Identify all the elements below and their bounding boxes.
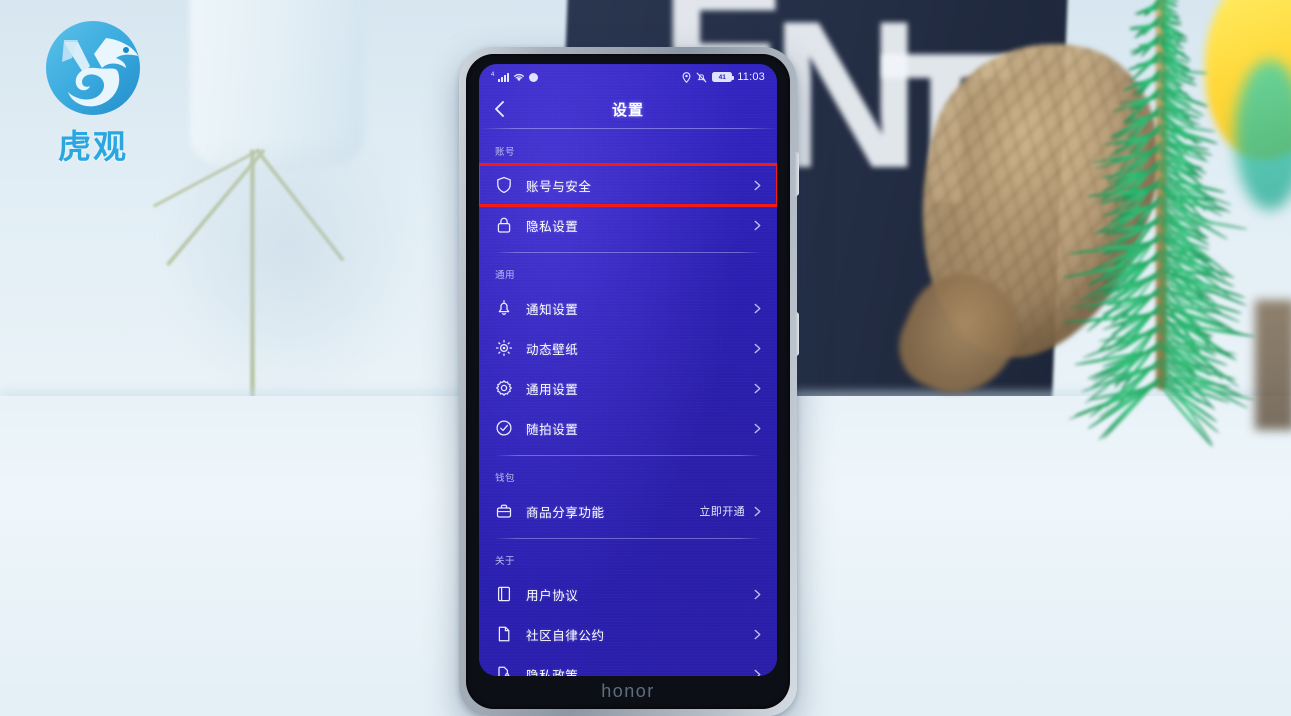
tiger-swirl-logo-icon [18, 14, 168, 126]
battery-level: 41 [719, 74, 726, 81]
settings-row-社区自律公约[interactable]: 社区自律公约 [479, 614, 777, 654]
volume-button[interactable] [795, 312, 799, 356]
location-pin-icon [682, 72, 691, 83]
chevron-right-icon [752, 669, 763, 677]
document-icon [495, 625, 513, 643]
status-bar-right: 41 11:03 [682, 71, 765, 83]
back-chevron-icon[interactable] [491, 100, 509, 118]
section-label-3: 关于 [479, 539, 777, 574]
battery-icon: 41 [712, 72, 732, 82]
settings-row-label: 隐私政策 [526, 665, 752, 677]
status-bar: 4 41 11:03 [479, 64, 777, 90]
gear-icon [495, 379, 513, 397]
mute-bell-icon [696, 72, 707, 83]
briefcase-icon [495, 502, 513, 520]
chevron-right-icon [752, 220, 763, 231]
dot-indicator-icon [529, 73, 538, 82]
background-pine-branch [1060, 0, 1291, 410]
chevron-right-icon [752, 629, 763, 640]
chevron-right-icon [752, 303, 763, 314]
document-lock-icon [495, 665, 513, 676]
settings-row-label: 动态壁纸 [526, 339, 752, 358]
chevron-right-icon [752, 423, 763, 434]
background-lamp-shadow [160, 150, 420, 400]
phone-screen[interactable]: 4 41 11:03 设置 账号 账号与安全 隐私设置 通用 通知设置 动态壁纸… [479, 64, 777, 676]
settings-row-商品分享功能[interactable]: 商品分享功能 立即开通 [479, 491, 777, 531]
settings-row-通用设置[interactable]: 通用设置 [479, 368, 777, 408]
watermark-logo: 虎观 [18, 14, 168, 164]
lock-icon [495, 216, 513, 234]
chevron-right-icon [752, 343, 763, 354]
settings-row-label: 通知设置 [526, 299, 752, 318]
settings-row-隐私设置[interactable]: 隐私设置 [479, 205, 777, 245]
bell-icon [495, 299, 513, 317]
settings-row-label: 用户协议 [526, 585, 752, 604]
settings-row-label: 通用设置 [526, 379, 752, 398]
shield-icon [495, 176, 513, 194]
phone-device: 4 41 11:03 设置 账号 账号与安全 隐私设置 通用 通知设置 动态壁纸… [459, 47, 797, 716]
settings-row-value[interactable]: 立即开通 [699, 503, 745, 519]
background-lamp-shade [190, 0, 365, 165]
app-bar-separator [479, 128, 777, 129]
settings-row-隐私政策[interactable]: 隐私政策 [479, 654, 777, 676]
settings-row-随拍设置[interactable]: 随拍设置 [479, 408, 777, 448]
settings-row-用户协议[interactable]: 用户协议 [479, 574, 777, 614]
settings-row-label: 社区自律公约 [526, 625, 752, 644]
section-label-2: 钱包 [479, 456, 777, 491]
chevron-right-icon [752, 383, 763, 394]
section-label-0: 账号 [479, 130, 777, 165]
section-label-1: 通用 [479, 253, 777, 288]
chevron-right-icon [752, 180, 763, 191]
watermark-text: 虎观 [18, 120, 168, 168]
chevron-right-icon [752, 506, 763, 517]
settings-row-通知设置[interactable]: 通知设置 [479, 288, 777, 328]
settings-row-账号与安全[interactable]: 账号与安全 [479, 165, 777, 205]
settings-row-label: 账号与安全 [526, 176, 752, 195]
app-bar: 设置 [479, 90, 777, 128]
chevron-right-icon [752, 589, 763, 600]
settings-list: 账号 账号与安全 隐私设置 通用 通知设置 动态壁纸 通用设置 随拍设置 钱包 商品分享功能 立即开… [479, 130, 777, 676]
signal-bars-icon [498, 73, 509, 82]
settings-app: 4 41 11:03 设置 账号 账号与安全 隐私设置 通用 通知设置 动态壁纸… [479, 64, 777, 676]
power-button[interactable] [795, 152, 799, 196]
status-bar-left: 4 [491, 72, 538, 82]
settings-row-动态壁纸[interactable]: 动态壁纸 [479, 328, 777, 368]
device-brand-label: honor [459, 681, 797, 702]
dynamic-wallpaper-icon [495, 339, 513, 357]
wifi-icon [513, 72, 525, 82]
book-icon [495, 585, 513, 603]
network-type-label: 4 [491, 72, 494, 78]
check-circle-icon [495, 419, 513, 437]
settings-row-label: 商品分享功能 [526, 502, 699, 521]
settings-row-label: 隐私设置 [526, 216, 752, 235]
settings-row-label: 随拍设置 [526, 419, 752, 438]
page-title: 设置 [479, 99, 777, 120]
status-bar-clock: 11:03 [737, 71, 765, 83]
